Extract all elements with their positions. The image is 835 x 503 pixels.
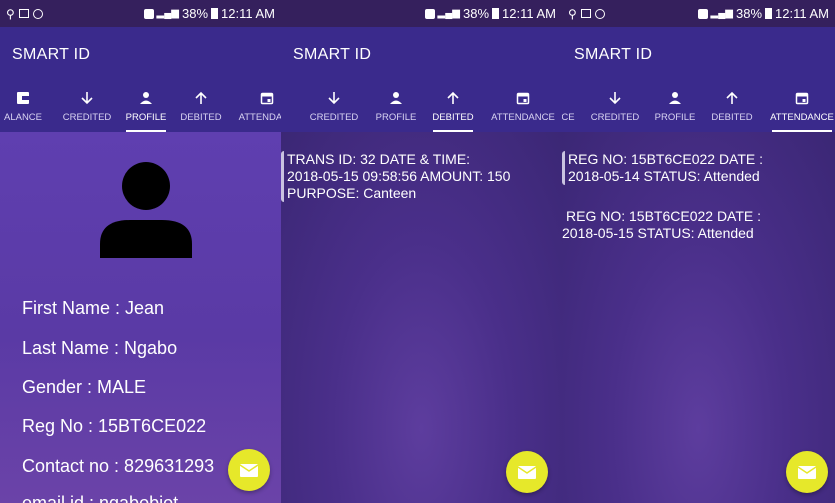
mail-icon <box>798 465 816 479</box>
app-title: SMART ID <box>12 45 91 63</box>
tab-attendance[interactable]: ATTENDANCE <box>766 82 835 132</box>
alarm-icon <box>143 8 154 19</box>
app-title: SMART ID <box>574 45 653 63</box>
attendance-card-2: REG NO: 15BT6CE022 DATE : 2018-05-15 STA… <box>562 208 761 242</box>
transaction-card: TRANS ID: 32 DATE & TIME: 2018-05-15 09:… <box>281 151 510 202</box>
image-icon <box>18 9 29 18</box>
tab-attendance[interactable]: ATTENDANCE <box>487 82 559 132</box>
mail-icon <box>518 465 536 479</box>
arrow-down-icon <box>609 92 621 105</box>
battery-text: 38% <box>463 6 490 21</box>
tab-debited[interactable]: DEBITED <box>708 82 756 132</box>
calendar-icon <box>795 92 809 105</box>
status-bar: ⚲ ▂▄▆ 38% 12:11 AM <box>0 0 281 27</box>
battery-icon <box>492 8 500 19</box>
image-icon <box>580 9 591 18</box>
attendance-line-1: REG NO: 15BT6CE022 DATE : <box>568 151 764 167</box>
person-icon <box>140 92 152 104</box>
attendance-screen: ⚲ ▂▄▆ 38% 12:11 AM SMART ID CE CREDITED … <box>562 0 835 503</box>
dnd-icon <box>594 8 605 19</box>
arrow-down-icon <box>328 92 340 105</box>
last-name: Last Name : Ngabo <box>22 338 178 358</box>
attendance-content: REG NO: 15BT6CE022 DATE : 2018-05-14 STA… <box>562 132 835 503</box>
clock: 12:11 AM <box>221 6 275 21</box>
calendar-icon <box>516 92 530 105</box>
email-fab[interactable] <box>228 449 270 491</box>
attendance-card-1: REG NO: 15BT6CE022 DATE : 2018-05-14 STA… <box>562 151 763 185</box>
app-title: SMART ID <box>293 45 372 63</box>
calendar-icon <box>260 92 274 105</box>
app-bar: SMART ID <box>0 27 281 82</box>
debited-content: TRANS ID: 32 DATE & TIME: 2018-05-15 09:… <box>281 132 562 503</box>
clock: 12:11 AM <box>502 6 556 21</box>
usb-icon: ⚲ <box>6 6 15 21</box>
app-bar: SMART ID <box>281 27 562 82</box>
arrow-up-icon <box>726 91 738 104</box>
mail-icon <box>240 463 258 477</box>
trans-line-2: 2018-05-15 09:58:56 AMOUNT: 150 <box>287 168 511 184</box>
first-name: First Name : Jean <box>22 298 165 318</box>
signal-icon: ▂▄▆ <box>710 8 733 19</box>
battery-icon <box>765 8 773 19</box>
alarm-icon <box>424 8 435 19</box>
tab-attendance-prev[interactable]: CE <box>562 82 578 132</box>
arrow-up-icon <box>195 91 207 104</box>
wallet-icon <box>17 92 29 104</box>
person-icon <box>390 92 402 104</box>
attendance-line-2: 2018-05-15 STATUS: Attended <box>562 225 754 241</box>
tab-credited[interactable]: CREDITED <box>58 82 116 132</box>
person-icon <box>669 92 681 104</box>
tab-debited[interactable]: DEBITED <box>176 82 226 132</box>
email-fab[interactable] <box>506 451 548 493</box>
gender: Gender : MALE <box>22 377 147 397</box>
debited-screen: ▂▄▆ 38% 12:11 AM SMART ID CREDITED PROFI… <box>281 0 562 503</box>
status-bar: ▂▄▆ 38% 12:11 AM <box>281 0 562 27</box>
tab-bar: CREDITED PROFILE DEBITED ATTENDANCE <box>281 82 562 132</box>
attendance-line-2: 2018-05-14 STATUS: Attended <box>568 168 760 184</box>
profile-content: First Name : Jean Last Name : Ngabo Gend… <box>0 132 281 503</box>
reg-no: Reg No : 15BT6CE022 <box>22 416 207 436</box>
profile-screen: ⚲ ▂▄▆ 38% 12:11 AM SMART ID ALANCE CREDI… <box>0 0 281 503</box>
app-bar: SMART ID <box>562 27 835 82</box>
alarm-icon <box>697 8 708 19</box>
tab-debited[interactable]: DEBITED <box>427 82 479 132</box>
avatar-icon <box>100 162 192 258</box>
contact-no: Contact no : 829631293 <box>22 456 215 476</box>
arrow-up-icon <box>447 91 459 104</box>
battery-text: 38% <box>736 6 763 21</box>
tab-credited[interactable]: CREDITED <box>307 82 361 132</box>
tab-bar: ALANCE CREDITED PROFILE DEBITED ATTENDAC… <box>0 82 281 132</box>
attendance-line-1: REG NO: 15BT6CE022 DATE : <box>566 208 762 224</box>
usb-icon: ⚲ <box>568 6 577 21</box>
tab-attendance[interactable]: ATTENDACE <box>232 82 281 132</box>
tab-profile[interactable]: PROFILE <box>650 82 700 132</box>
arrow-down-icon <box>81 92 93 105</box>
signal-icon: ▂▄▆ <box>437 8 460 19</box>
dnd-icon <box>32 8 43 19</box>
battery-icon <box>211 8 219 19</box>
tab-profile[interactable]: PROFILE <box>120 82 172 132</box>
clock: 12:11 AM <box>775 6 829 21</box>
email-fab[interactable] <box>786 451 828 493</box>
status-bar: ⚲ ▂▄▆ 38% 12:11 AM <box>562 0 835 27</box>
trans-line-1: TRANS ID: 32 DATE & TIME: <box>287 151 471 167</box>
tab-credited[interactable]: CREDITED <box>588 82 642 132</box>
tab-balance[interactable]: ALANCE <box>0 82 52 132</box>
tab-bar: CE CREDITED PROFILE DEBITED ATTENDANCE <box>562 82 835 132</box>
signal-icon: ▂▄▆ <box>156 8 179 19</box>
trans-line-3: PURPOSE: Canteen <box>287 185 417 201</box>
battery-text: 38% <box>182 6 209 21</box>
tab-profile[interactable]: PROFILE <box>371 82 421 132</box>
email-id: email id : ngabobiot <box>22 493 179 503</box>
